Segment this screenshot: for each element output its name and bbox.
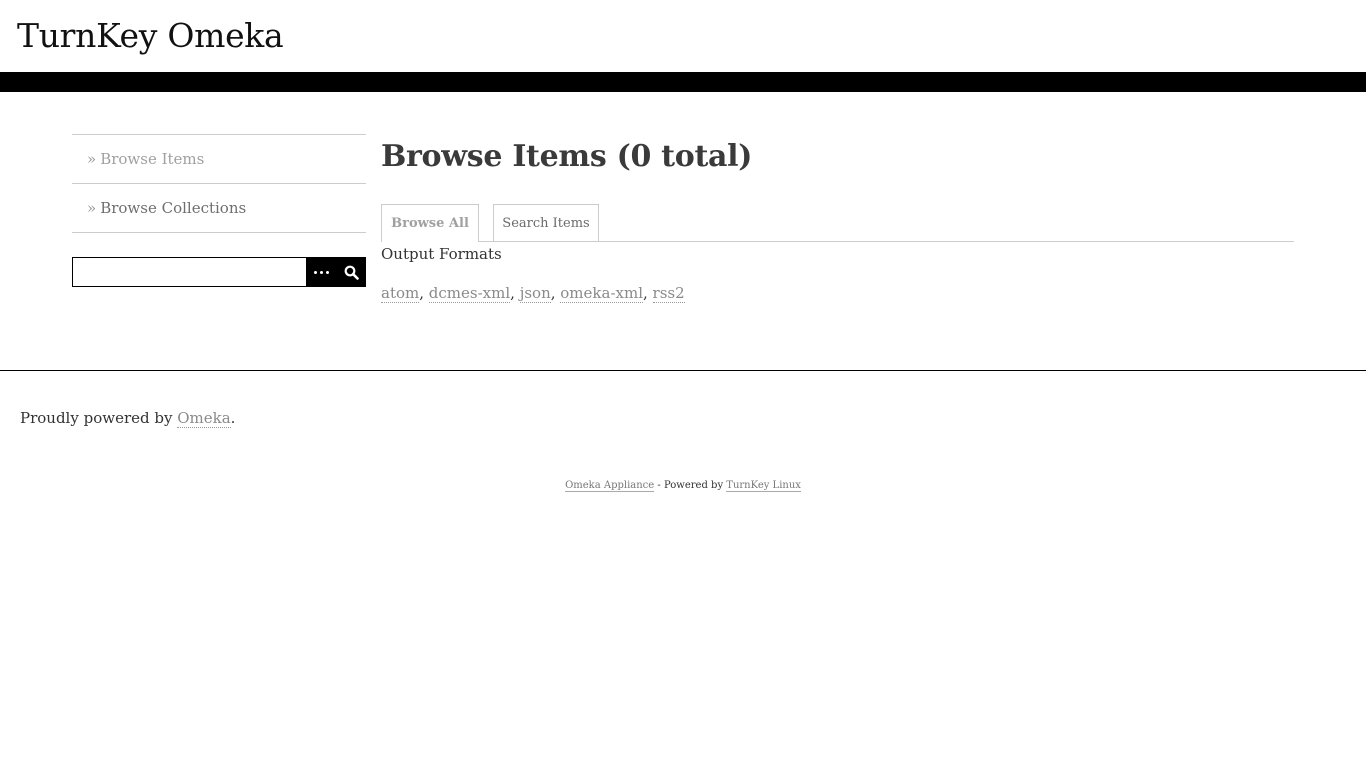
browse-items-link[interactable]: Browse Items — [100, 150, 204, 168]
header-bar — [0, 72, 1366, 92]
separator: , — [550, 284, 561, 302]
sidebar-item-browse-collections[interactable]: » Browse Collections — [72, 184, 366, 233]
nav-arrow: » — [87, 150, 97, 168]
nav-arrow: » — [87, 199, 97, 217]
output-formats-heading: Output Formats — [381, 245, 502, 263]
ellipsis-icon — [314, 270, 330, 274]
credits-middle: - Powered by — [654, 480, 727, 491]
site-title-link[interactable]: TurnKey Omeka — [17, 14, 284, 58]
output-format-rss2-link[interactable]: rss2 — [652, 284, 685, 303]
search-submit-button[interactable] — [336, 257, 366, 287]
main-content: Browse Items (0 total) Browse All Search… — [381, 134, 1294, 303]
omeka-appliance-link[interactable]: Omeka Appliance — [565, 480, 655, 492]
sidebar: » Browse Items » Browse Collections — [72, 134, 366, 287]
items-tabs: Browse All Search Items — [381, 204, 1294, 242]
tab-search-items[interactable]: Search Items — [493, 204, 599, 241]
footer-divider — [0, 370, 1366, 371]
powered-by-text: Proudly powered by Omeka. — [20, 409, 236, 428]
appliance-credits: Omeka Appliance - Powered by TurnKey Lin… — [0, 480, 1366, 492]
sidebar-item-browse-items[interactable]: » Browse Items — [72, 135, 366, 184]
page-title: Browse Items (0 total) — [381, 139, 753, 174]
separator: , — [643, 284, 653, 302]
separator: , — [510, 284, 520, 302]
site-header: TurnKey Omeka — [0, 0, 1366, 72]
powered-suffix: . — [230, 409, 236, 427]
output-format-omeka-xml-link[interactable]: omeka-xml — [560, 284, 643, 303]
browse-collections-link[interactable]: Browse Collections — [100, 199, 246, 217]
powered-prefix: Proudly powered by — [20, 409, 178, 427]
output-format-atom-link[interactable]: atom — [381, 284, 420, 303]
separator: , — [419, 284, 429, 302]
output-format-dcmes-xml-link[interactable]: dcmes-xml — [428, 284, 511, 303]
search-icon — [344, 265, 359, 280]
turnkey-linux-link[interactable]: TurnKey Linux — [726, 480, 801, 492]
search-form — [72, 257, 366, 287]
output-format-json-link[interactable]: json — [519, 284, 551, 303]
search-input[interactable] — [72, 257, 307, 287]
output-formats-list: atom, dcmes-xml, json, omeka-xml, rss2 — [381, 284, 685, 303]
sidebar-nav: » Browse Items » Browse Collections — [72, 134, 366, 233]
advanced-search-button[interactable] — [307, 257, 337, 287]
tab-browse-all[interactable]: Browse All — [381, 204, 479, 242]
omeka-link[interactable]: Omeka — [177, 409, 231, 428]
